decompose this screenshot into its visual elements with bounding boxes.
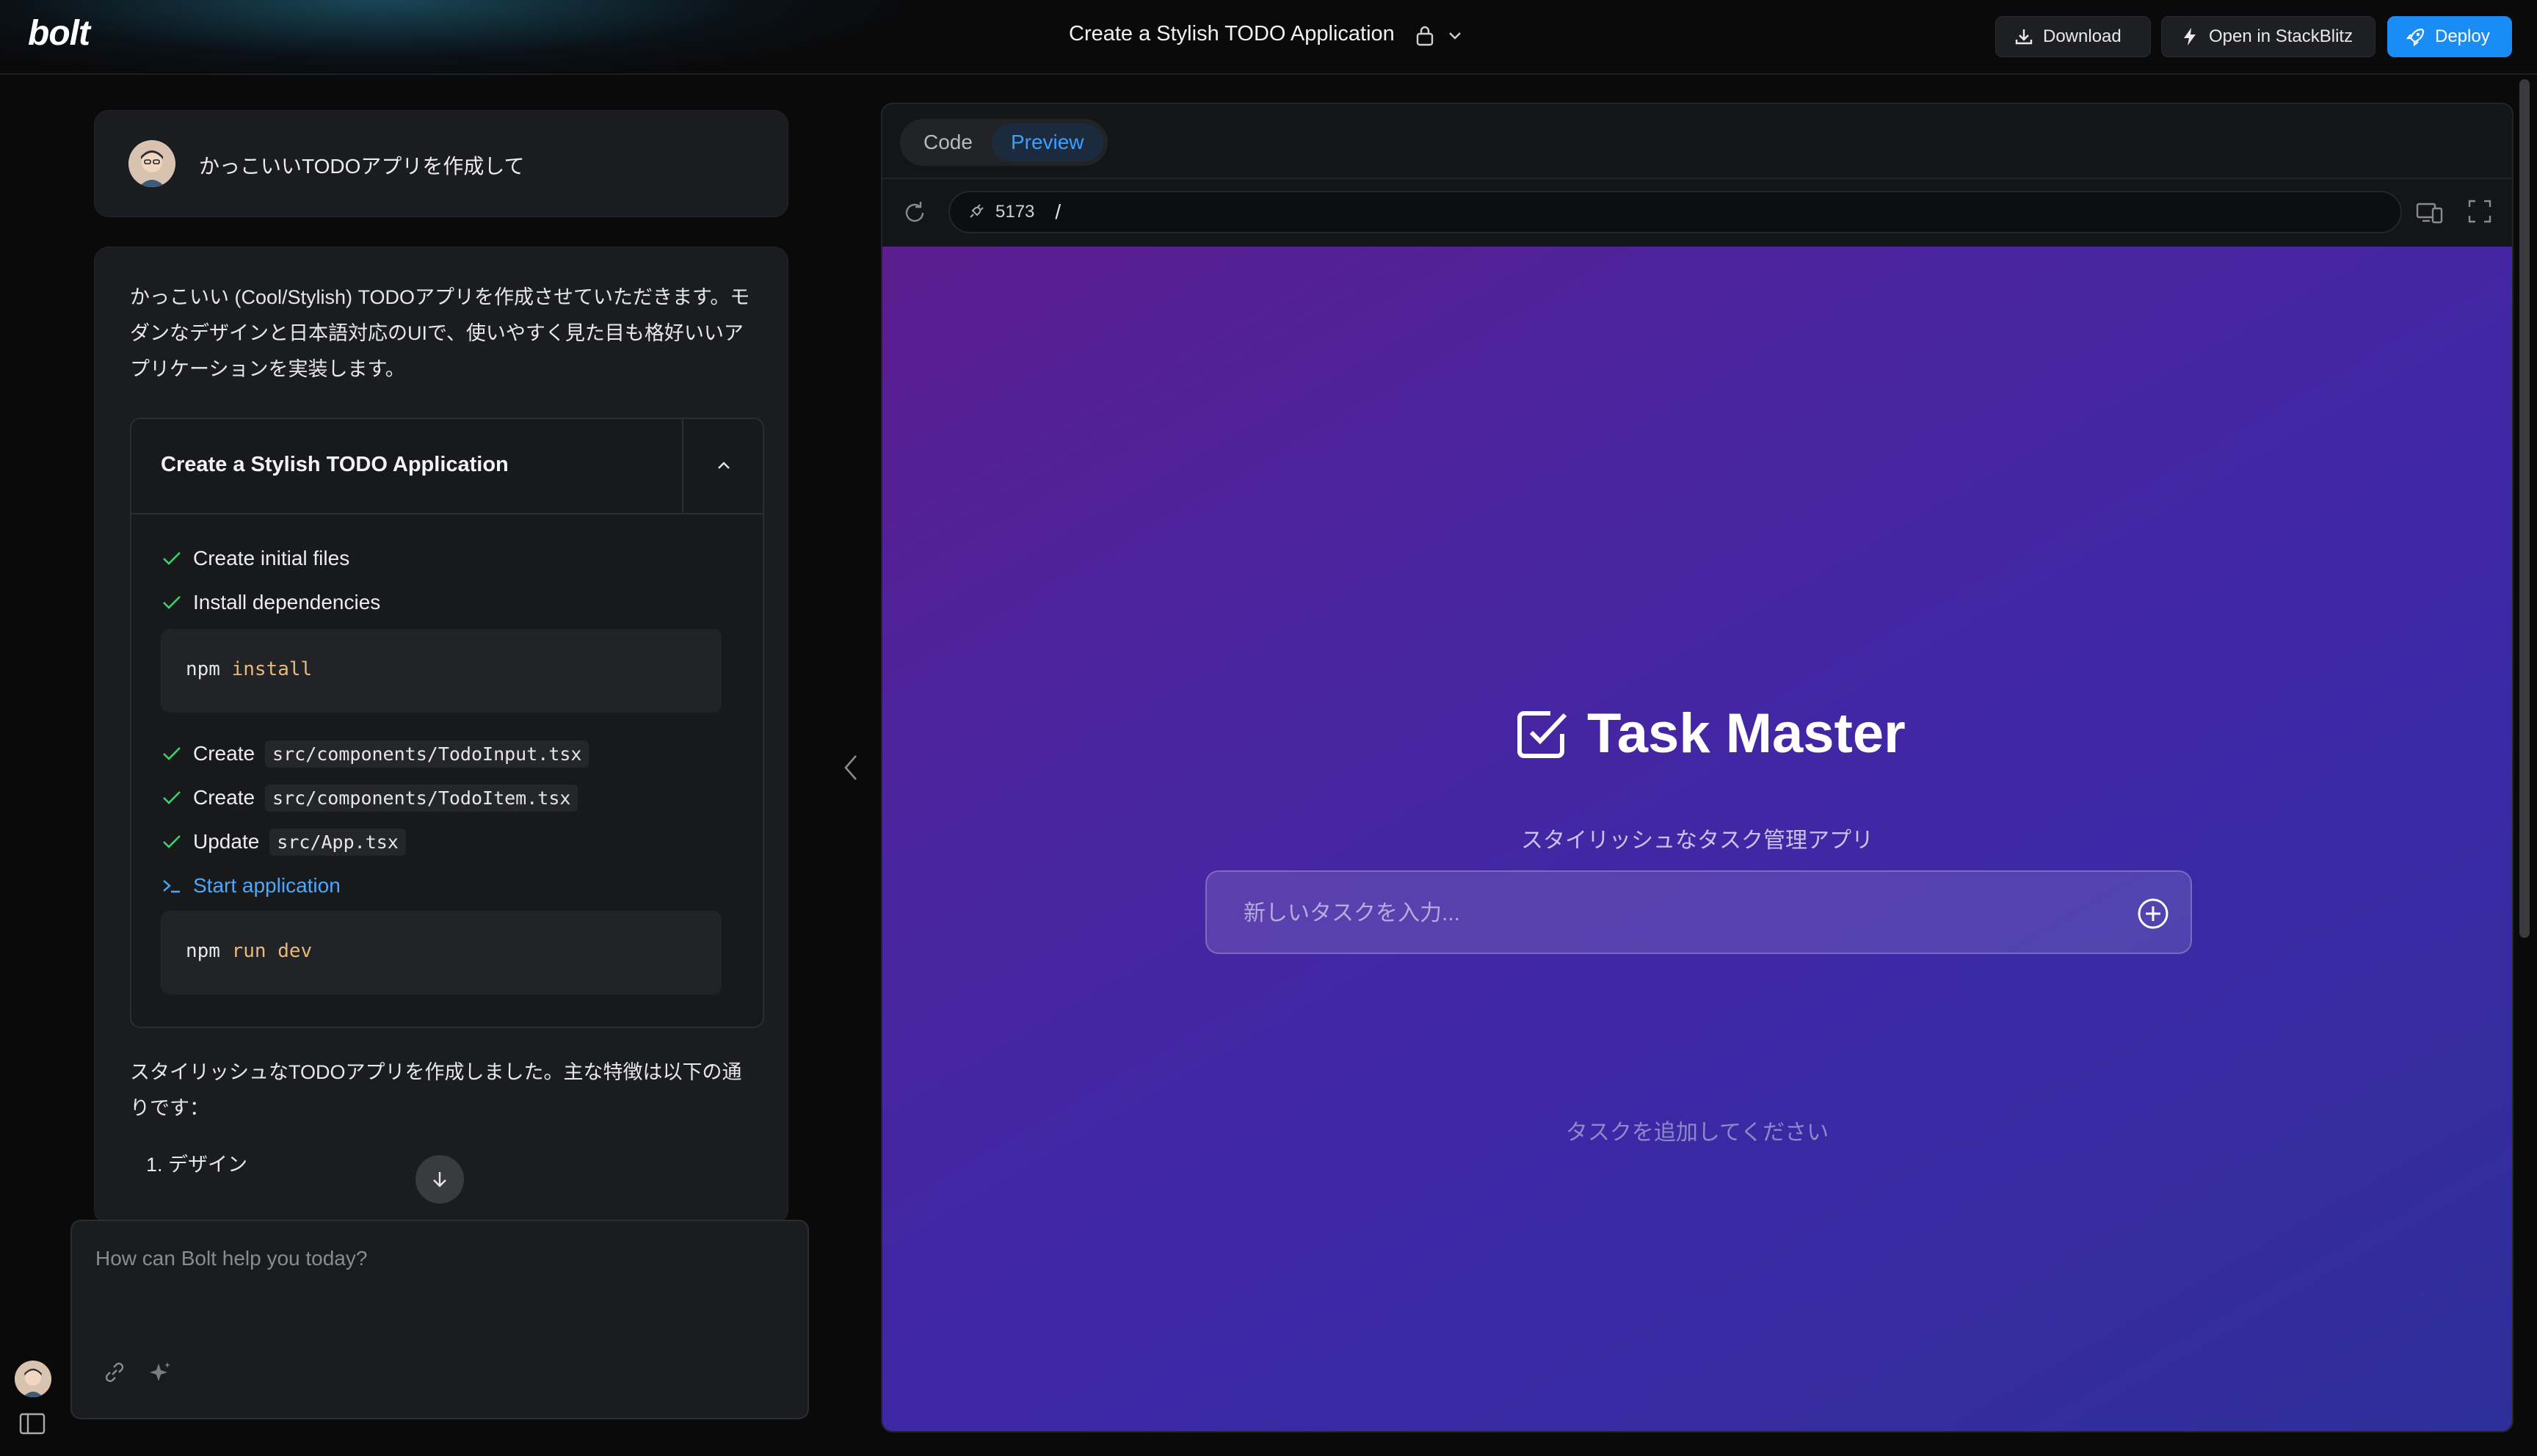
file-path[interactable]: src/components/TodoItem.tsx: [265, 784, 578, 812]
url-path[interactable]: /: [1055, 200, 1061, 224]
step-label: Install dependencies: [193, 591, 381, 614]
command-name: npm: [186, 940, 220, 962]
download-button[interactable]: Download: [1995, 16, 2151, 57]
step-item: Create initial files: [161, 544, 349, 573]
command-args: install: [231, 658, 313, 680]
plug-icon: [970, 204, 984, 218]
artifact-card: Create a Stylish TODO Application Create…: [130, 418, 764, 1028]
app-title: Task Master: [1587, 702, 1906, 765]
chevron-up-icon: [718, 462, 730, 469]
project-title: Create a Stylish TODO Application: [1069, 22, 1395, 46]
arrow-down-icon: [433, 1172, 446, 1187]
empty-state-message: タスクを追加してください: [1565, 1121, 1829, 1145]
assistant-intro: かっこいい (Cool/Stylish) TODOアプリを作成させていただきます…: [130, 286, 750, 380]
open-in-stackblitz-button[interactable]: Open in StackBlitz: [2161, 16, 2376, 57]
app-subtitle: スタイリッシュなタスク管理アプリ: [1521, 829, 1873, 853]
terminal-icon: [163, 880, 180, 893]
lightning-icon: [2184, 28, 2196, 46]
command-name: npm: [186, 658, 220, 680]
reload-icon[interactable]: [900, 198, 929, 228]
sparkle-icon[interactable]: [145, 1358, 175, 1387]
check-icon: [163, 835, 181, 848]
avatar: [128, 140, 175, 187]
check-icon: [163, 596, 181, 609]
step-label: Create initial files: [193, 547, 350, 569]
scroll-to-bottom-button[interactable]: [415, 1155, 464, 1204]
artifact-collapse-button[interactable]: [682, 419, 764, 513]
tab-preview[interactable]: Preview: [991, 123, 1103, 161]
command-block: npm install: [161, 629, 722, 713]
step-item: Start application: [161, 871, 341, 900]
step-item: Create src/components/TodoItem.tsx: [161, 783, 578, 812]
user-message-text: かっこいいTODOアプリを作成して: [199, 155, 525, 178]
list-item: 1. デザイン: [146, 1154, 248, 1176]
chevron-down-icon[interactable]: [1446, 26, 1464, 44]
download-icon: [2015, 29, 2033, 45]
step-verb: Update: [193, 830, 260, 853]
sidebar-toggle-icon[interactable]: [19, 1412, 46, 1435]
lock-icon: [1416, 26, 1434, 46]
artifact-title: Create a Stylish TODO Application: [161, 453, 509, 476]
step-verb: Create: [193, 742, 255, 765]
address-bar[interactable]: 5173 /: [948, 191, 2402, 233]
check-icon: [163, 747, 181, 760]
rocket-icon: [2406, 28, 2425, 47]
bolt-logo[interactable]: bolt: [28, 13, 90, 54]
plus-circle-icon[interactable]: [2136, 897, 2170, 931]
deploy-label: Deploy: [2435, 26, 2490, 46]
scrollbar[interactable]: [2519, 79, 2530, 938]
download-label: Download: [2043, 26, 2122, 46]
tab-code[interactable]: Code: [904, 123, 992, 161]
fullscreen-icon[interactable]: [2467, 198, 2493, 225]
assistant-message: かっこいい (Cool/Stylish) TODOアプリを作成させていただきます…: [94, 247, 788, 1224]
stackblitz-label: Open in StackBlitz: [2209, 26, 2353, 46]
device-preview-icon[interactable]: [2415, 198, 2445, 228]
command-block: npm run dev: [161, 911, 722, 994]
divider: [882, 178, 2512, 179]
step-item: Install dependencies: [161, 588, 380, 617]
step-item: Create src/components/TodoInput.tsx: [161, 739, 589, 768]
workbench-panel: Code Preview 5173 / Task Master スタイリッシュな…: [881, 103, 2514, 1433]
prompt-box: [70, 1220, 809, 1419]
assistant-summary: スタイリッシュなTODOアプリを作成しました。主な特徴は以下の通りです：: [130, 1061, 742, 1119]
app-title-row: Task Master: [1514, 702, 1906, 765]
deploy-button[interactable]: Deploy: [2387, 16, 2512, 57]
step-verb: Create: [193, 786, 255, 809]
command-args: run dev: [231, 940, 313, 962]
file-path[interactable]: src/components/TodoInput.tsx: [265, 740, 589, 768]
new-task-input[interactable]: [1242, 897, 2111, 931]
file-path[interactable]: src/App.tsx: [269, 828, 406, 856]
view-tabs: Code Preview: [900, 119, 1108, 166]
step-label: Start application: [193, 874, 341, 897]
check-icon: [163, 791, 181, 804]
top-bar: bolt Create a Stylish TODO Application D…: [0, 0, 2537, 75]
user-avatar[interactable]: [15, 1361, 51, 1397]
check-icon: [163, 552, 181, 565]
chevron-left-icon[interactable]: [841, 751, 860, 784]
port-label: 5173: [995, 202, 1035, 222]
step-item: Update src/App.tsx: [161, 827, 406, 856]
user-message: かっこいいTODOアプリを作成して: [94, 110, 788, 217]
artifact-header[interactable]: Create a Stylish TODO Application: [131, 419, 763, 514]
app-preview: Task Master スタイリッシュなタスク管理アプリ タスクを追加してくださ…: [882, 247, 2512, 1431]
link-icon[interactable]: [100, 1358, 129, 1387]
task-input-box: [1205, 870, 2192, 954]
checkbox-icon: [1517, 710, 1567, 758]
prompt-input[interactable]: [94, 1243, 758, 1274]
